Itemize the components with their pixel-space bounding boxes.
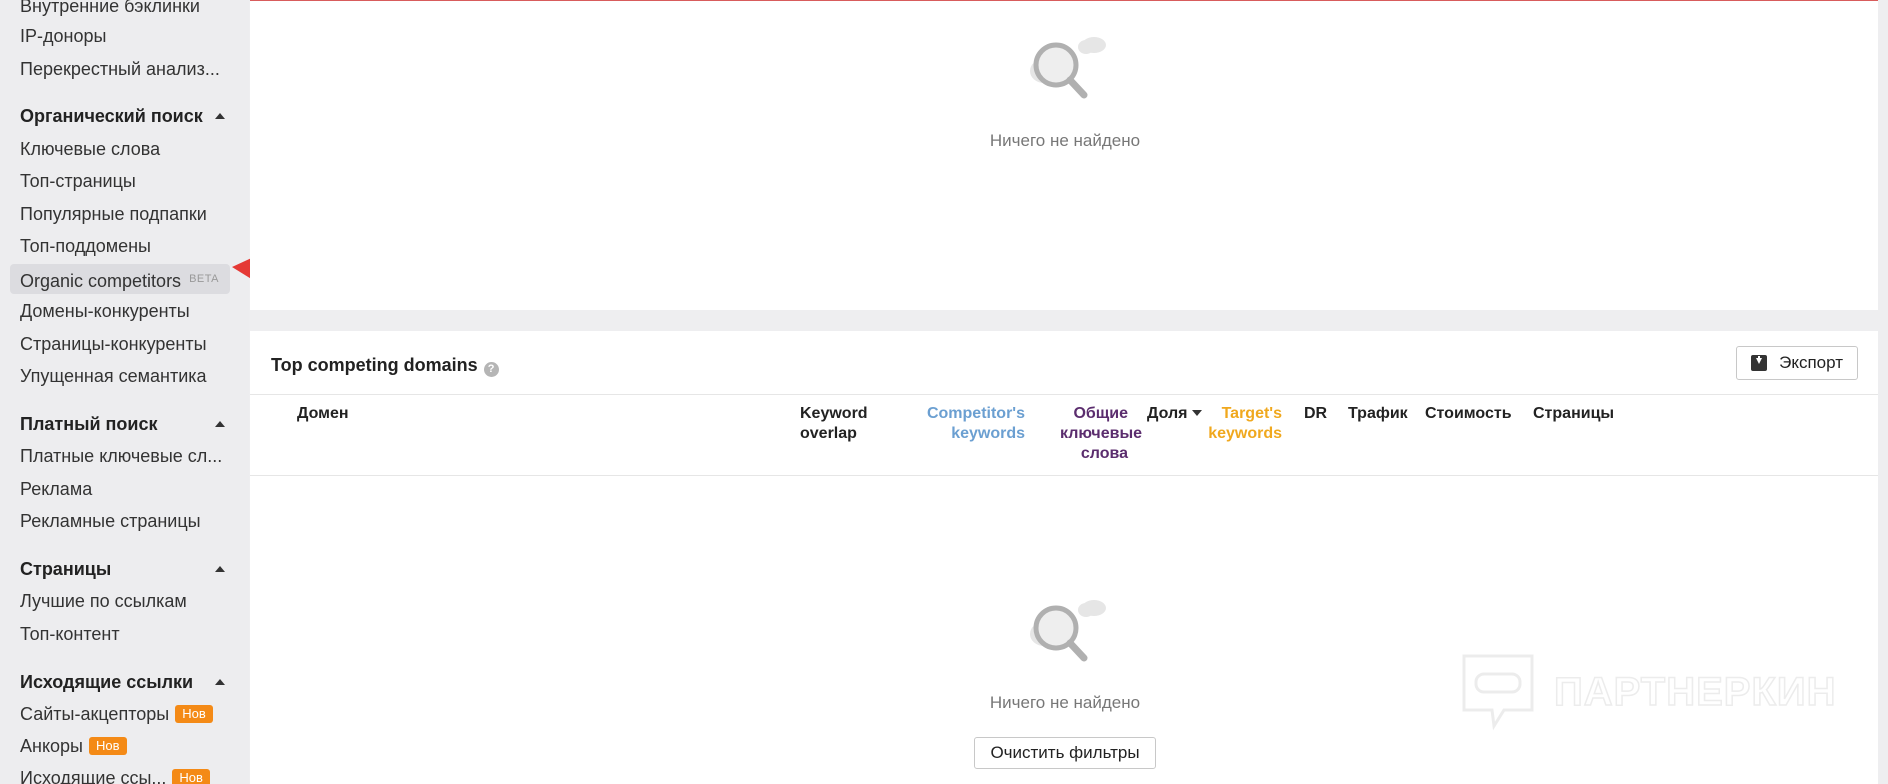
section-header-organic[interactable]: Органический поиск (20, 101, 225, 131)
watermark-logo-icon (1462, 654, 1534, 731)
sidebar-item-competing-domains[interactable]: Домены-конкуренты (10, 296, 230, 326)
empty-state-text: Ничего не найдено (989, 693, 1141, 712)
new-badge: Нов (88, 737, 127, 755)
sidebar-item-best-by-links[interactable]: Лучшие по ссылкам (10, 586, 230, 616)
watermark: ПАРТНЕРКИН (1460, 652, 1840, 732)
sidebar-item-content-gap[interactable]: Упущенная семантика (10, 361, 230, 391)
sidebar-item-cross-analysis[interactable]: Перекрестный анализ... (10, 54, 230, 84)
column-header-pages[interactable]: Страницы (1533, 404, 1614, 424)
sidebar-item-top-pages[interactable]: Топ-страницы (10, 166, 230, 196)
help-icon[interactable]: ? (483, 362, 499, 377)
sidebar: Внутренние бэклинки IP-доноры Перекрестн… (0, 0, 249, 784)
column-header-traffic[interactable]: Трафик (1348, 404, 1408, 424)
empty-state-text: Ничего не найдено (989, 131, 1141, 150)
sidebar-item-outgoing-links[interactable]: Исходящие ссы... Нов (10, 763, 230, 784)
sidebar-item-top-subdomains[interactable]: Топ-поддомены (10, 231, 230, 261)
section-header-paid[interactable]: Платный поиск (20, 409, 225, 439)
empty-results-panel: Ничего не найдено (250, 0, 1878, 310)
sidebar-item-ads[interactable]: Реклама (10, 474, 230, 504)
section-header-pages[interactable]: Страницы (20, 554, 225, 584)
sort-desc-icon (1192, 410, 1203, 416)
column-header-share[interactable]: Доля (1147, 404, 1203, 424)
column-header-cost[interactable]: Стоимость (1425, 404, 1512, 424)
caret-up-icon (215, 566, 225, 572)
sidebar-item-anchors[interactable]: Анкоры Нов (10, 731, 230, 761)
caret-up-icon (215, 421, 225, 427)
sidebar-item-competing-pages[interactable]: Страницы-конкуренты (10, 329, 230, 359)
sidebar-item-internal-backlinks[interactable]: Внутренние бэклинки (10, 0, 230, 21)
beta-tag: BETA (189, 273, 219, 285)
column-header-domain[interactable]: Домен (297, 404, 349, 424)
divider (250, 475, 1878, 476)
column-header-keyword-overlap[interactable]: Keyword overlap (800, 404, 868, 444)
sidebar-item-ip-donors[interactable]: IP-доноры (10, 21, 230, 51)
search-empty-icon (1030, 600, 1106, 662)
column-header-target-keywords[interactable]: Target's keywords (1202, 404, 1282, 444)
section-header-outgoing[interactable]: Исходящие ссылки (20, 667, 225, 697)
sidebar-item-top-content[interactable]: Топ-контент (10, 619, 230, 649)
clear-filters-button[interactable]: Очистить фильтры (974, 737, 1156, 769)
new-badge: Нов (175, 705, 213, 723)
sidebar-item-organic-competitors[interactable]: Organic competitors BETA (10, 264, 230, 294)
caret-up-icon (215, 113, 225, 119)
sidebar-item-popular-subfolders[interactable]: Популярные подпапки (10, 199, 230, 229)
column-header-dr[interactable]: DR (1304, 404, 1327, 424)
search-empty-icon (1030, 37, 1106, 99)
column-header-common-keywords[interactable]: Общие ключевые слова (1060, 404, 1142, 464)
panel-title: Top competing domains (271, 355, 478, 375)
export-button[interactable]: Экспорт (1736, 346, 1858, 380)
sidebar-item-linked-domains[interactable]: Сайты-акцепторы Нов (10, 699, 230, 729)
sidebar-item-paid-keywords[interactable]: Платные ключевые сл... (10, 441, 230, 471)
sidebar-item-ad-pages[interactable]: Рекламные страницы (10, 506, 230, 536)
caret-up-icon (215, 679, 225, 685)
sidebar-item-keywords[interactable]: Ключевые слова (10, 134, 230, 164)
download-icon (1751, 355, 1768, 371)
divider (250, 394, 1878, 395)
column-header-competitor-keywords[interactable]: Competitor's keywords (900, 404, 1025, 444)
new-badge: Нов (172, 769, 210, 784)
